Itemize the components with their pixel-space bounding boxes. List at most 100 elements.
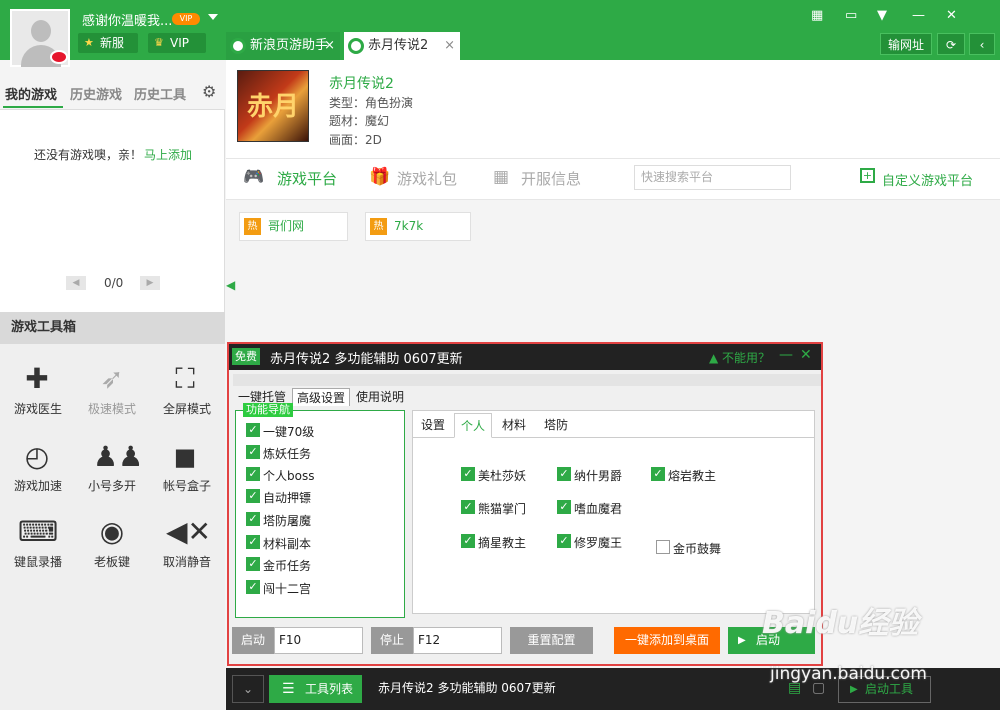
tab-instructions[interactable]: 使用说明 bbox=[352, 388, 408, 406]
expand-down-icon[interactable]: ⌄ bbox=[232, 675, 264, 703]
checkbox[interactable]: ✓ bbox=[246, 580, 260, 594]
tool-multi-open[interactable]: 小号多开 bbox=[77, 477, 147, 494]
tool-speed-mode[interactable]: 极速模式 bbox=[77, 400, 147, 417]
tab-my-games[interactable]: 我的游戏 bbox=[5, 84, 57, 103]
tab-personal[interactable]: 个人 bbox=[454, 413, 492, 438]
checkbox[interactable]: ✓ bbox=[246, 512, 260, 526]
nav-game-platform[interactable]: 游戏平台 bbox=[277, 168, 337, 189]
checkbox[interactable] bbox=[656, 540, 670, 554]
plus-icon[interactable]: + bbox=[860, 168, 875, 183]
checkbox[interactable]: ✓ bbox=[246, 535, 260, 549]
speedometer-icon[interactable]: ◴ bbox=[18, 440, 56, 474]
hot-badge: 热 bbox=[244, 218, 261, 235]
tab-tower-defense[interactable]: 塔防 bbox=[536, 413, 576, 438]
checkbox[interactable]: ✓ bbox=[557, 534, 571, 548]
nav-server-info[interactable]: 开服信息 bbox=[521, 168, 581, 189]
enter-url-button[interactable]: 输网址 bbox=[880, 33, 932, 55]
eye-icon[interactable]: ◉ bbox=[93, 515, 131, 549]
menu-icon[interactable]: ▼ bbox=[877, 8, 887, 23]
tab-chiyue[interactable]: 赤月传说2 × bbox=[344, 32, 460, 60]
checkbox[interactable]: ✓ bbox=[246, 423, 260, 437]
new-server-button[interactable]: ★ 新服 bbox=[78, 33, 138, 53]
checkbox[interactable]: ✓ bbox=[246, 467, 260, 481]
close-icon[interactable]: ✕ bbox=[800, 347, 812, 363]
option-label: 纳什男爵 bbox=[574, 469, 623, 483]
tool-list-button[interactable]: ☰ 工具列表 bbox=[269, 675, 362, 703]
checkbox[interactable]: ✓ bbox=[557, 467, 571, 481]
add-game-link[interactable]: 马上添加 bbox=[144, 146, 192, 163]
checkbox-label: 自动押镖 bbox=[263, 491, 312, 505]
checkbox[interactable]: ✓ bbox=[246, 557, 260, 571]
gear-icon[interactable]: ⚙ bbox=[202, 82, 216, 101]
collapse-sidebar-icon[interactable]: ◀ bbox=[226, 278, 235, 292]
rocket-icon[interactable]: ➶ bbox=[93, 362, 131, 396]
tool-account-box[interactable]: 帐号盒子 bbox=[152, 477, 222, 494]
back-icon[interactable]: ‹ bbox=[969, 33, 995, 55]
game-cover[interactable]: 赤月 bbox=[237, 70, 309, 142]
checkbox-label: 塔防屠魔 bbox=[263, 514, 312, 528]
calendar-icon: ▦ bbox=[492, 167, 510, 187]
start-hotkey-input[interactable]: F10 bbox=[274, 627, 363, 654]
checkbox[interactable]: ✓ bbox=[246, 445, 260, 459]
tab-sina-helper[interactable]: 新浪页游助手 × bbox=[226, 32, 340, 60]
weibo-icon bbox=[50, 50, 68, 64]
next-page-button[interactable]: ▶ bbox=[140, 276, 160, 290]
calendar-icon[interactable]: ▦ bbox=[811, 8, 823, 23]
add-to-desktop-button[interactable]: 一键添加到桌面 bbox=[614, 627, 720, 654]
start-hotkey-label: 启动 bbox=[232, 627, 274, 654]
tool-key-record[interactable]: 键鼠录播 bbox=[3, 553, 73, 570]
free-badge: 免费 bbox=[232, 348, 260, 365]
close-icon[interactable]: × bbox=[324, 32, 335, 60]
box-icon[interactable]: ◼ bbox=[166, 440, 204, 474]
mute-icon[interactable]: ◀✕ bbox=[166, 515, 211, 549]
close-icon[interactable]: × bbox=[444, 32, 455, 60]
platform-search-input[interactable]: 快速搜索平台 bbox=[634, 165, 791, 190]
feature-nav-box bbox=[235, 410, 405, 618]
custom-platform-link[interactable]: 自定义游戏平台 bbox=[882, 170, 973, 189]
tab-history-tools[interactable]: 历史工具 bbox=[134, 84, 186, 103]
game-theme: 题材：魔幻 bbox=[329, 114, 390, 128]
stop-hotkey-label: 停止 bbox=[371, 627, 413, 654]
stop-hotkey-input[interactable]: F12 bbox=[413, 627, 502, 654]
checkbox[interactable]: ✓ bbox=[461, 534, 475, 548]
first-aid-icon[interactable]: ✚ bbox=[18, 362, 56, 396]
minimize-icon[interactable]: — bbox=[912, 8, 925, 23]
refresh-icon[interactable]: ⟳ bbox=[937, 33, 965, 55]
chevron-down-icon[interactable] bbox=[208, 14, 218, 20]
tab-advanced[interactable]: 高级设置 bbox=[292, 388, 351, 406]
checkbox[interactable]: ✓ bbox=[461, 500, 475, 514]
checkbox[interactable]: ✓ bbox=[651, 467, 665, 481]
baidu-watermark-url: jingyan.baidu.com bbox=[770, 664, 927, 684]
vip-button[interactable]: ♛ VIP bbox=[148, 33, 206, 53]
reset-config-button[interactable]: 重置配置 bbox=[510, 627, 593, 654]
checkbox-label: 个人boss bbox=[263, 469, 315, 483]
fullscreen-icon[interactable]: ⛶ bbox=[166, 362, 204, 396]
chat-icon[interactable]: ▭ bbox=[845, 8, 857, 23]
tool-game-accel[interactable]: 游戏加速 bbox=[3, 477, 73, 494]
gift-icon: 🎁 bbox=[369, 167, 391, 187]
checkbox-label: 炼妖任务 bbox=[263, 447, 312, 461]
close-icon[interactable]: ✕ bbox=[946, 8, 957, 23]
checkbox[interactable]: ✓ bbox=[246, 489, 260, 503]
game-name[interactable]: 赤月传说2 bbox=[329, 73, 394, 93]
tool-game-doctor[interactable]: 游戏医生 bbox=[3, 400, 73, 417]
keyboard-icon[interactable]: ⌨ bbox=[18, 515, 58, 549]
tab-settings[interactable]: 设置 bbox=[414, 413, 452, 438]
cant-use-link[interactable]: ▲ 不能用？ bbox=[709, 349, 770, 366]
tool-boss-key[interactable]: 老板键 bbox=[77, 553, 147, 570]
username[interactable]: 感谢你温暖我... bbox=[82, 10, 172, 29]
platform-item[interactable]: 热哥们网 bbox=[239, 212, 348, 241]
checkbox[interactable]: ✓ bbox=[557, 500, 571, 514]
tool-unmute[interactable]: 取消静音 bbox=[152, 553, 222, 570]
nav-game-gift[interactable]: 游戏礼包 bbox=[397, 168, 457, 189]
minimize-icon[interactable]: — bbox=[779, 347, 793, 363]
checkbox[interactable]: ✓ bbox=[461, 467, 475, 481]
prev-page-button[interactable]: ◀ bbox=[66, 276, 86, 290]
tab-materials[interactable]: 材料 bbox=[494, 413, 534, 438]
option-label: 嗜血魔君 bbox=[574, 502, 623, 516]
platform-item[interactable]: 热 7k7k bbox=[365, 212, 471, 241]
tab-history-games[interactable]: 历史游戏 bbox=[70, 84, 122, 103]
tool-fullscreen[interactable]: 全屏模式 bbox=[152, 400, 222, 417]
game-graphics: 画面：2D bbox=[329, 133, 382, 147]
multi-user-icon[interactable]: ♟♟ bbox=[93, 440, 143, 474]
